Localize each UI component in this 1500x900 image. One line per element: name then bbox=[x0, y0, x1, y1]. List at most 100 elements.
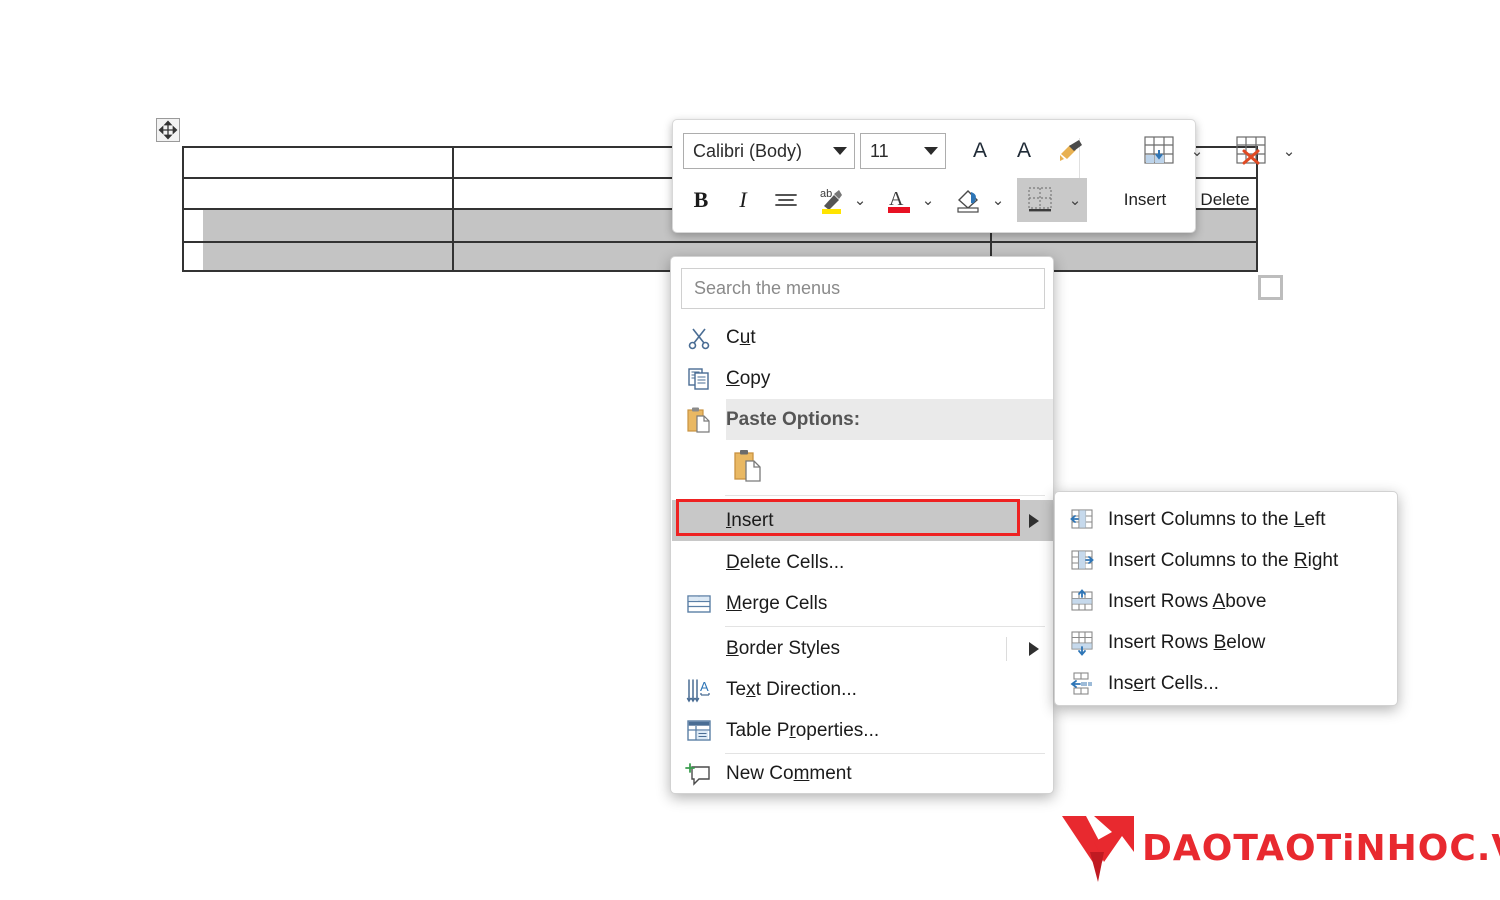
bold-button[interactable]: B bbox=[683, 180, 719, 220]
font-color-chevron-icon[interactable]: ⌄ bbox=[919, 180, 937, 220]
insert-button[interactable]: Insert bbox=[1109, 180, 1181, 220]
menu-item-border-styles[interactable]: Border Styles bbox=[672, 628, 1053, 669]
menu-item-new-comment[interactable]: New Comment bbox=[672, 753, 1053, 794]
clipboard-icon bbox=[672, 399, 726, 440]
format-painter-button[interactable] bbox=[1052, 131, 1088, 171]
table-cell[interactable] bbox=[184, 210, 203, 241]
submenu-item-insert-columns-left[interactable]: Insert Columns to the Left bbox=[1056, 499, 1397, 540]
insert-rows-above-icon bbox=[1056, 588, 1108, 615]
context-menu: Search the menus Cut Copy Paste Options:… bbox=[670, 256, 1054, 794]
italic-label: I bbox=[739, 187, 747, 212]
shading-icon bbox=[957, 190, 979, 213]
insert-button-label: Insert bbox=[1123, 190, 1167, 209]
insert-rows-below-icon bbox=[1056, 630, 1108, 656]
submenu-item-insert-cells[interactable]: Insert Cells... bbox=[1056, 663, 1397, 704]
menu-item-label: Border Styles bbox=[726, 637, 841, 659]
menu-item-label: Copy bbox=[726, 367, 771, 389]
menu-item-label: Table Properties... bbox=[726, 719, 880, 741]
menu-item-delete-cells[interactable]: Delete Cells... bbox=[672, 542, 1053, 583]
table-properties-icon bbox=[672, 710, 726, 751]
table-cell[interactable] bbox=[184, 148, 203, 177]
shrink-font-label: A bbox=[1016, 139, 1031, 162]
font-color-button[interactable]: A bbox=[879, 180, 919, 220]
submenu-item-insert-columns-right[interactable]: Insert Columns to the Right bbox=[1056, 540, 1397, 581]
submenu-item-label: Insert Columns to the Left bbox=[1108, 508, 1326, 530]
paste-options-gallery bbox=[672, 440, 1053, 492]
menu-item-label: Merge Cells bbox=[726, 592, 828, 614]
merge-cells-icon bbox=[672, 583, 726, 624]
paste-keep-source-icon[interactable] bbox=[726, 448, 766, 484]
align-center-button[interactable] bbox=[767, 180, 805, 220]
submenu-item-insert-rows-above[interactable]: Insert Rows Above bbox=[1056, 581, 1397, 622]
borders-button[interactable] bbox=[1017, 178, 1063, 222]
table-cell[interactable] bbox=[184, 243, 203, 270]
insert-submenu: Insert Columns to the Left Insert Column… bbox=[1054, 491, 1398, 706]
delete-table-icon bbox=[1236, 136, 1266, 165]
insert-columns-left-icon bbox=[1056, 507, 1108, 533]
chevron-right-icon bbox=[1029, 641, 1039, 656]
column-divider bbox=[452, 243, 454, 270]
menu-item-copy[interactable]: Copy bbox=[672, 358, 1053, 399]
font-name-value: Calibri (Body) bbox=[693, 140, 803, 161]
text-highlight-button[interactable]: ab bbox=[811, 180, 851, 220]
text-direction-icon: A bbox=[672, 669, 726, 710]
menu-item-label: Insert bbox=[726, 509, 774, 531]
text-highlight-icon: ab bbox=[820, 188, 842, 214]
menu-header-paste-options: Paste Options: bbox=[672, 399, 1053, 440]
chevron-down-icon bbox=[833, 147, 847, 155]
menu-item-text-direction[interactable]: A Text Direction... bbox=[672, 669, 1053, 710]
menu-item-label: Cut bbox=[726, 326, 756, 348]
submenu-item-insert-rows-below[interactable]: Insert Rows Below bbox=[1056, 622, 1397, 663]
menu-item-label: Delete Cells... bbox=[726, 551, 845, 573]
watermark-logo: DAOTAOTiNHOC.VN bbox=[1060, 812, 1500, 884]
chevron-right-icon bbox=[1029, 513, 1039, 528]
watermark-text: DAOTAOTiNHOC.VN bbox=[1142, 827, 1500, 869]
table-cell[interactable] bbox=[184, 179, 203, 208]
mini-toolbar-row-bottom: B I ab ⌄ A ⌄ ⌄ ⌄ Insert Delete bbox=[673, 176, 1263, 224]
shading-button[interactable] bbox=[947, 180, 989, 220]
move-cross-icon bbox=[158, 120, 178, 140]
menu-item-table-properties[interactable]: Table Properties... bbox=[672, 710, 1053, 751]
borders-icon bbox=[1028, 187, 1052, 212]
menu-header-label: Paste Options: bbox=[726, 408, 861, 430]
document-canvas: Calibri (Body) 11 A A ⌄ ⌄ B I ab ⌄ A ⌄ ⌄… bbox=[0, 0, 1500, 900]
submenu-item-label: Insert Cells... bbox=[1108, 672, 1219, 694]
highlight-chevron-icon[interactable]: ⌄ bbox=[851, 180, 869, 220]
align-center-icon bbox=[775, 194, 797, 206]
menu-item-insert[interactable]: Insert bbox=[672, 500, 1053, 541]
scissors-icon bbox=[672, 317, 726, 358]
table-resize-handle[interactable] bbox=[1258, 275, 1283, 300]
font-size-value: 11 bbox=[870, 140, 889, 161]
borders-chevron-icon[interactable]: ⌄ bbox=[1063, 178, 1087, 222]
delete-table-button[interactable] bbox=[1222, 131, 1280, 171]
submenu-item-label: Insert Rows Above bbox=[1108, 590, 1267, 612]
search-placeholder: Search the menus bbox=[694, 278, 841, 298]
column-divider bbox=[452, 210, 454, 241]
insert-cells-icon bbox=[1056, 671, 1108, 697]
insert-table-chevron-icon[interactable]: ⌄ bbox=[1188, 131, 1206, 171]
delete-table-chevron-icon[interactable]: ⌄ bbox=[1280, 131, 1298, 171]
mini-toolbar-row-top: Calibri (Body) 11 A A ⌄ ⌄ bbox=[673, 128, 1298, 174]
menu-item-label: New Comment bbox=[726, 762, 852, 784]
menu-item-cut[interactable]: Cut bbox=[672, 317, 1053, 358]
svg-text:ab: ab bbox=[820, 188, 832, 200]
mini-toolbar: Calibri (Body) 11 A A ⌄ ⌄ B I ab ⌄ A ⌄ ⌄… bbox=[672, 119, 1295, 233]
shrink-font-button[interactable]: A bbox=[1006, 131, 1042, 171]
column-divider bbox=[452, 148, 454, 177]
bold-label: B bbox=[693, 187, 709, 212]
submenu-item-label: Insert Columns to the Right bbox=[1108, 549, 1339, 571]
table-move-handle[interactable] bbox=[156, 118, 180, 142]
delete-button-label: Delete bbox=[1200, 190, 1250, 209]
insert-table-button[interactable] bbox=[1130, 131, 1188, 171]
italic-button[interactable]: I bbox=[725, 180, 761, 220]
menu-item-merge-cells[interactable]: Merge Cells bbox=[672, 583, 1053, 624]
font-size-combo[interactable]: 11 bbox=[860, 133, 946, 169]
chevron-down-icon bbox=[924, 147, 938, 155]
font-name-combo[interactable]: Calibri (Body) bbox=[683, 133, 855, 169]
grow-font-button[interactable]: A bbox=[962, 131, 998, 171]
copy-icon bbox=[672, 358, 726, 399]
font-color-icon: A bbox=[888, 188, 910, 213]
delete-button[interactable]: Delete bbox=[1187, 180, 1263, 220]
search-menus-input[interactable]: Search the menus bbox=[681, 268, 1045, 309]
shading-chevron-icon[interactable]: ⌄ bbox=[989, 180, 1007, 220]
